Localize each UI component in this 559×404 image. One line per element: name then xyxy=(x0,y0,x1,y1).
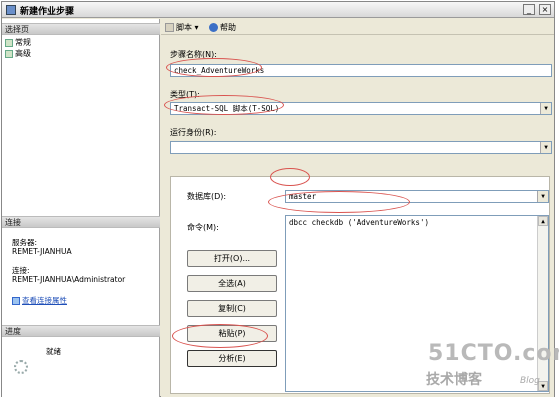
view-connection-properties[interactable]: 查看连接属性 xyxy=(12,295,67,306)
chevron-down-icon[interactable]: ▼ xyxy=(540,142,551,153)
highlight-parse xyxy=(172,324,268,348)
select-all-button[interactable]: 全选(A) xyxy=(187,275,277,292)
watermark-blog: Blog xyxy=(520,376,540,386)
connection-properties-icon xyxy=(12,297,20,305)
watermark-site: 51CTO.com xyxy=(428,341,559,366)
page-icon xyxy=(5,49,13,58)
highlight-command xyxy=(268,191,410,213)
highlight-step-name xyxy=(166,58,262,77)
run-as-label: 运行身份(R): xyxy=(170,128,217,137)
page-icon xyxy=(5,38,13,47)
server-value: REMET-JIANHUA xyxy=(12,247,72,256)
connection-header: 连接 xyxy=(2,216,160,228)
page-item-advanced[interactable]: 高级 xyxy=(5,48,31,59)
command-label: 命令(M): xyxy=(187,223,219,232)
connection-value: REMET-JIANHUA\Administrator xyxy=(12,275,126,284)
run-as-select[interactable]: ▼ xyxy=(170,141,552,154)
highlight-database xyxy=(270,168,310,186)
close-button[interactable]: × xyxy=(539,4,551,15)
window-icon xyxy=(6,5,16,15)
window-title: 新建作业步骤 xyxy=(20,7,75,17)
toolbar: 脚本 ▾ 帮助 xyxy=(161,19,554,35)
chevron-down-icon[interactable]: ▼ xyxy=(537,191,548,202)
script-icon xyxy=(165,23,174,32)
progress-spinner-icon xyxy=(14,360,28,374)
database-label: 数据库(D): xyxy=(187,192,227,201)
highlight-type xyxy=(164,95,284,115)
title-bar: 新建作业步骤 _ × xyxy=(2,2,554,18)
copy-button[interactable]: 复制(C) xyxy=(187,300,277,317)
page-item-general[interactable]: 常规 xyxy=(5,37,31,48)
minimize-button[interactable]: _ xyxy=(523,4,535,15)
watermark-tagline: 技术博客 xyxy=(426,372,482,388)
select-page-header: 选择页 xyxy=(2,23,160,35)
parse-button[interactable]: 分析(E) xyxy=(187,350,277,367)
chevron-down-icon[interactable]: ▼ xyxy=(540,103,551,114)
help-icon xyxy=(209,23,218,32)
progress-status: 就绪 xyxy=(46,347,61,356)
help-button[interactable]: 帮助 xyxy=(209,22,236,33)
open-button[interactable]: 打开(O)... xyxy=(187,250,277,267)
script-dropdown-icon[interactable]: ▾ xyxy=(195,23,199,32)
scroll-up-icon[interactable]: ▲ xyxy=(538,216,548,226)
script-button[interactable]: 脚本 ▾ xyxy=(165,22,199,33)
left-panel: 选择页 常规 高级 连接 服务器: REMET-JIANHUA 连接: REME… xyxy=(2,19,160,397)
progress-header: 进度 xyxy=(2,325,160,337)
